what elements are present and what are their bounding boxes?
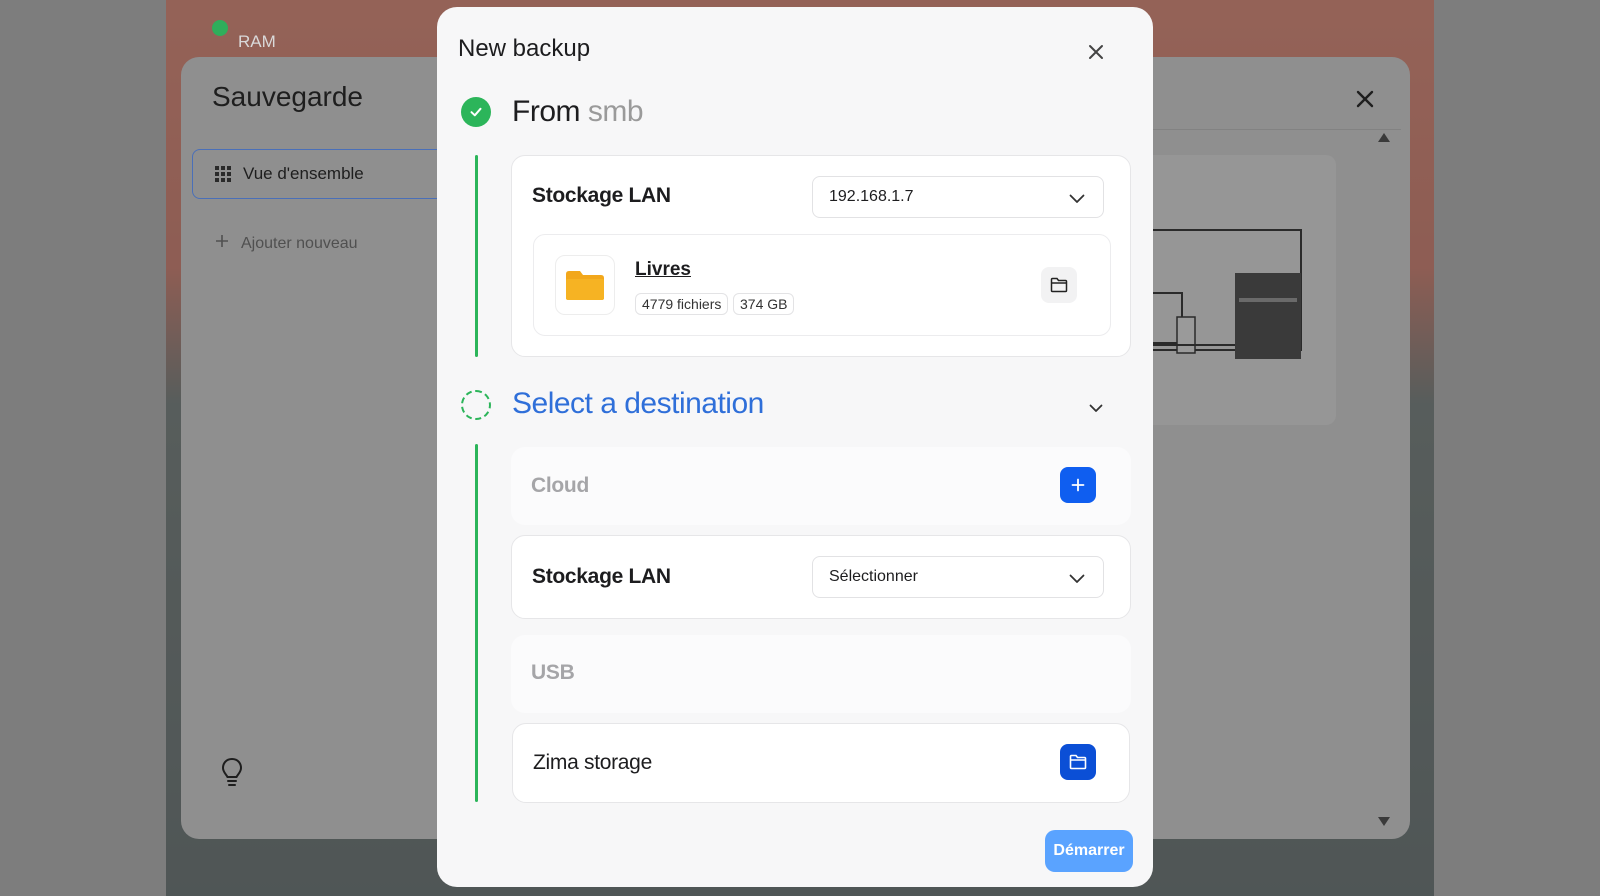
desktop-margin-left bbox=[0, 0, 166, 896]
chevron-down-icon[interactable] bbox=[1089, 400, 1103, 418]
pending-step-icon bbox=[461, 390, 491, 420]
scroll-up-arrow-icon[interactable] bbox=[1378, 133, 1390, 142]
lightbulb-icon[interactable] bbox=[217, 755, 247, 789]
destination-zima-card[interactable]: Zima storage bbox=[512, 723, 1130, 803]
source-step-title: From smb bbox=[512, 95, 644, 129]
source-title-prefix: From bbox=[512, 95, 581, 128]
nav-item-add-new[interactable]: Ajouter nouveau bbox=[215, 234, 358, 253]
select-placeholder: Sélectionner bbox=[829, 568, 918, 585]
zima-storage-label: Zima storage bbox=[533, 751, 652, 774]
overview-illustration bbox=[1131, 155, 1336, 425]
scroll-down-arrow-icon[interactable] bbox=[1378, 817, 1390, 826]
ram-widget: RAM bbox=[186, 0, 336, 56]
source-storage-label: Stockage LAN bbox=[532, 184, 671, 207]
window-close-icon[interactable] bbox=[1356, 85, 1374, 113]
new-backup-dialog: New backup From smb Stockage LAN 192.168… bbox=[437, 7, 1153, 887]
plus-icon bbox=[1071, 478, 1085, 492]
source-host-select[interactable]: 192.168.1.7 bbox=[812, 176, 1104, 218]
file-count-badge: 4779 fichiers bbox=[635, 293, 729, 315]
destination-storage-label: Stockage LAN bbox=[532, 565, 671, 588]
destination-lan-card: Stockage LAN Sélectionner bbox=[511, 535, 1131, 619]
destination-step-title: Select a destination bbox=[512, 387, 764, 420]
destination-host-select[interactable]: Sélectionner bbox=[812, 556, 1104, 598]
source-protocol: smb bbox=[587, 95, 644, 128]
nav-item-label: Vue d'ensemble bbox=[243, 164, 364, 183]
nav-item-overview[interactable]: Vue d'ensemble bbox=[192, 149, 452, 199]
selected-share-card: Livres 4779 fichiers 374 GB bbox=[533, 234, 1111, 336]
desktop-margin-right bbox=[1434, 0, 1600, 896]
cloud-label: Cloud bbox=[531, 474, 589, 497]
selected-host-value: 192.168.1.7 bbox=[829, 188, 914, 205]
source-lan-card: Stockage LAN 192.168.1.7 Livres 4779 fic… bbox=[511, 155, 1131, 357]
share-name-link[interactable]: Livres bbox=[635, 259, 691, 281]
divider bbox=[1131, 129, 1401, 130]
nav-item-label: Ajouter nouveau bbox=[241, 234, 358, 252]
folder-icon bbox=[1069, 754, 1087, 770]
chevron-down-icon bbox=[1069, 571, 1085, 589]
destination-usb-card: USB bbox=[511, 635, 1131, 713]
size-badge: 374 GB bbox=[733, 293, 795, 315]
browse-folder-button[interactable] bbox=[1041, 267, 1077, 303]
check-icon bbox=[461, 97, 491, 127]
folder-icon bbox=[555, 255, 615, 315]
close-icon[interactable] bbox=[1083, 39, 1109, 65]
grid-icon bbox=[215, 166, 231, 182]
ram-label: RAM bbox=[238, 32, 276, 51]
chevron-down-icon bbox=[1069, 191, 1085, 209]
ram-indicator-icon bbox=[212, 20, 228, 36]
step-connector bbox=[475, 444, 478, 802]
zima-folder-button[interactable] bbox=[1060, 744, 1096, 780]
dialog-title: New backup bbox=[458, 35, 591, 62]
step-connector bbox=[475, 155, 478, 357]
add-cloud-button[interactable] bbox=[1060, 467, 1096, 503]
start-button[interactable]: Démarrer bbox=[1045, 830, 1133, 872]
window-title: Sauvegarde bbox=[212, 81, 364, 112]
plus-icon bbox=[215, 234, 229, 253]
destination-cloud-card: Cloud bbox=[511, 447, 1131, 525]
usb-label: USB bbox=[531, 661, 575, 684]
